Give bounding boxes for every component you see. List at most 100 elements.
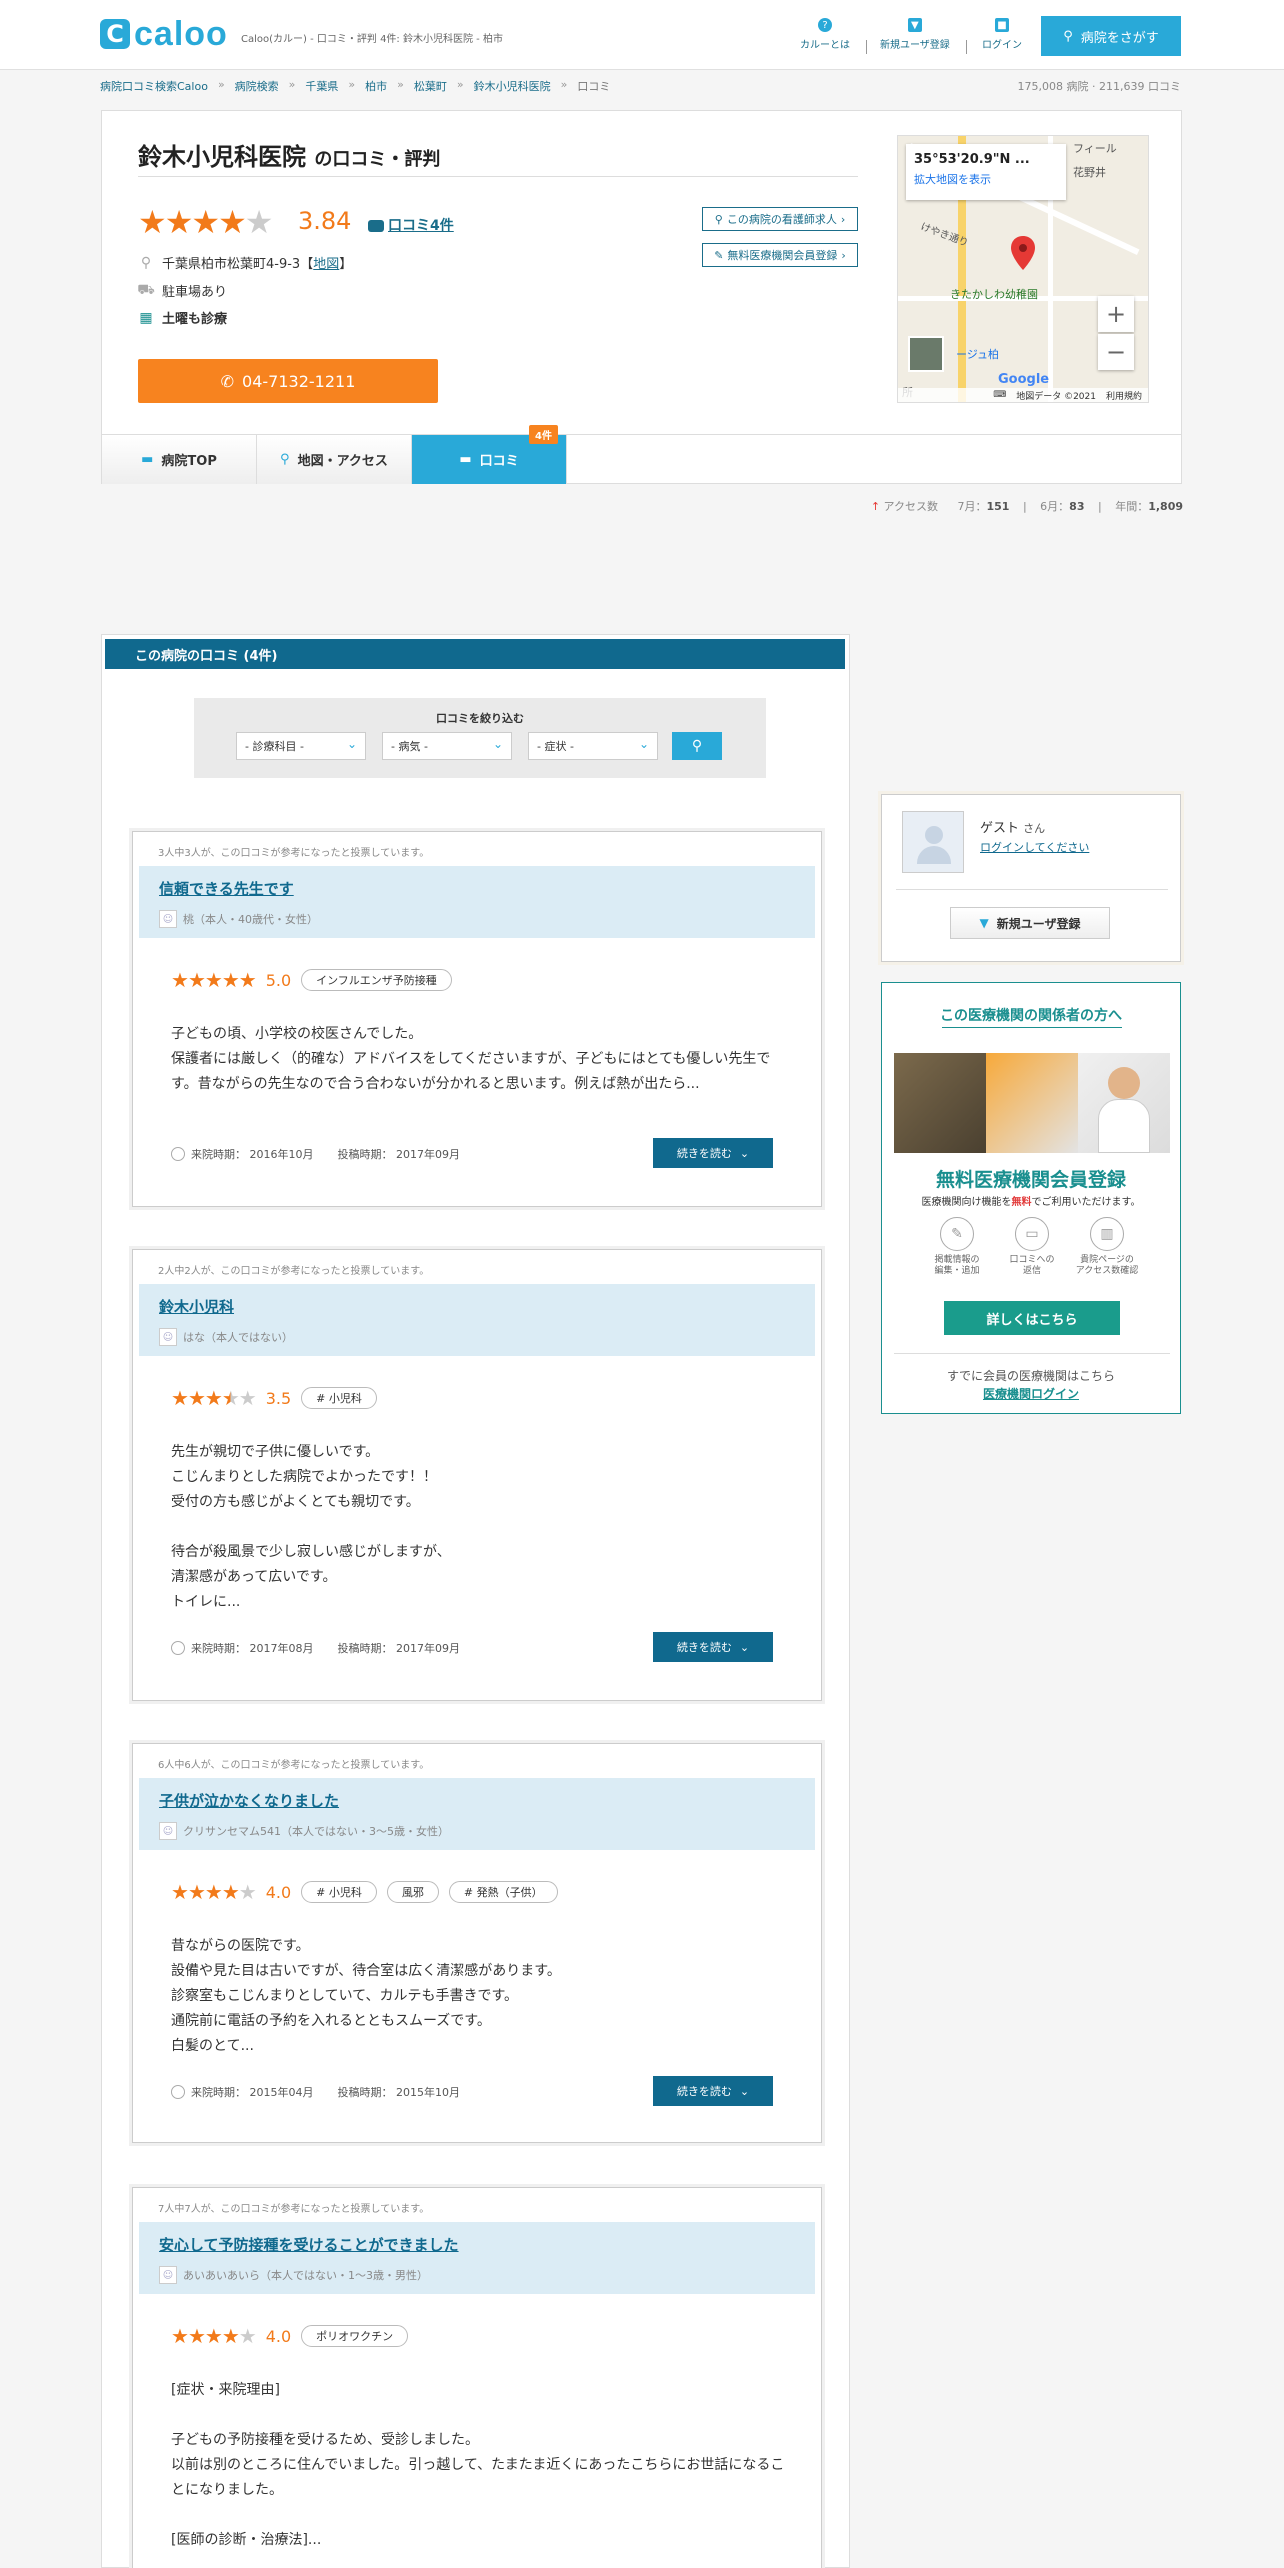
- reviews-panel: この病院の口コミ (4件) 口コミを絞り込む - 診療科目 - - 病気 - -…: [101, 634, 850, 2568]
- guest-name: ゲスト さん: [980, 817, 1045, 836]
- chevron-right-icon: ›: [840, 212, 846, 226]
- hospital-stars: ★ ★ ★ ★ ★: [138, 203, 273, 241]
- pencil-icon: ✎: [714, 248, 724, 262]
- review-tag[interactable]: 風邪: [386, 1881, 439, 1903]
- review-title[interactable]: 鈴木小児科: [159, 1296, 234, 1317]
- tab-map-access[interactable]: ⚲ 地図・アクセス: [257, 435, 412, 484]
- clock-icon: [171, 2085, 185, 2099]
- review-title[interactable]: 安心して予防接種を受けることができました: [159, 2234, 459, 2255]
- feature-access: ▥ 貴院ページの アクセス数確認: [1062, 1217, 1152, 1277]
- map-link[interactable]: 地図: [313, 253, 339, 272]
- read-more-button[interactable]: 続きを読む ⌄: [653, 1138, 773, 1168]
- review-tag[interactable]: # 小児科: [301, 1881, 377, 1903]
- map-label: フィール: [1073, 142, 1117, 155]
- logo-mark: C: [100, 19, 130, 49]
- read-more-button[interactable]: 続きを読む ⌄: [653, 2076, 773, 2106]
- map-coordinates: 35°53'20.9"N ...: [914, 152, 1030, 167]
- review-tag[interactable]: インフルエンザ予防接種: [301, 969, 452, 991]
- tab-hospital-top[interactable]: ▬ 病院TOP: [102, 435, 257, 484]
- star-icon: ★: [238, 968, 257, 992]
- review-title[interactable]: 信頼できる先生です: [159, 878, 294, 899]
- map-data-credit: 地図データ ©2021: [1016, 391, 1096, 402]
- satellite-toggle[interactable]: [908, 336, 944, 372]
- breadcrumb: 病院口コミ検索Caloo» 病院検索» 千葉県» 柏市» 松葉町» 鈴木小児科医…: [100, 78, 611, 94]
- map-enlarge-link[interactable]: 拡大地図を表示: [914, 171, 1058, 187]
- user-register-button[interactable]: ▼ 新規ユーザ登録: [950, 907, 1110, 939]
- nav-register[interactable]: ▼ 新規ユーザ登録: [880, 18, 950, 51]
- medical-login-link[interactable]: 医療機関ログイン: [882, 1385, 1180, 1402]
- review-title[interactable]: 子供が泣かなくなりました: [159, 1790, 339, 1811]
- med-box-title: この医療機関の関係者の方へ: [940, 1008, 1122, 1024]
- member-register-button[interactable]: ✎ 無料医療機関会員登録 ›: [702, 243, 858, 267]
- med-banner-image: [894, 1053, 1170, 1153]
- hospital-name-suffix: の口コミ・評判: [314, 149, 441, 170]
- member-register-label: 無料医療機関会員登録: [727, 249, 838, 262]
- star-icon: ★: [171, 968, 189, 992]
- star-icon: ★: [238, 1386, 257, 1410]
- breadcrumb-item[interactable]: 千葉県: [305, 78, 338, 94]
- location-icon: ⚲: [140, 254, 152, 271]
- nav-login[interactable]: ■ ログイン: [982, 18, 1022, 51]
- zoom-in-button[interactable]: +: [1098, 296, 1134, 332]
- map-terms-link[interactable]: 利用規約: [1106, 389, 1142, 402]
- user-avatar-icon: ☺: [159, 2266, 177, 2284]
- review-body: [症状・来院理由] 子どもの予防接種を受けるため、受診しました。 以前は別のとこ…: [171, 2382, 785, 2548]
- details-button[interactable]: 詳しくはこちら: [944, 1301, 1120, 1335]
- parking-label: 駐車場あり: [162, 285, 228, 300]
- tab-reviews[interactable]: ▬ 口コミ 4件: [412, 425, 567, 484]
- department-select[interactable]: - 診療科目 -: [236, 732, 366, 760]
- login-link[interactable]: ログインしてください: [980, 839, 1089, 855]
- star-icon: ★: [187, 2324, 206, 2348]
- user-register-label: 新規ユーザ登録: [996, 916, 1081, 931]
- breadcrumb-item[interactable]: 病院検索: [235, 78, 279, 94]
- review-header: 安心して予防接種を受けることができました ☺ あいあいあいら（本人ではない・1〜…: [139, 2222, 815, 2294]
- nurse-jobs-button[interactable]: ⚲ この病院の看護師求人 ›: [702, 207, 858, 231]
- map-footer: ⌨ 地図データ ©2021 利用規約: [898, 388, 1148, 402]
- access-july: 151: [986, 500, 1010, 513]
- chart-icon: ▥: [1090, 1217, 1124, 1251]
- review-body: 子どもの頃、小学校の校医さんでした。 保護者には厳しく（的確な）アドバイスをして…: [171, 1026, 771, 1092]
- access-stats: ↑ アクセス数 7月：151 | 6月：83 | 年間：1,809: [870, 500, 1183, 513]
- chevron-down-icon: ⌄: [739, 1146, 750, 1160]
- search-hospital-button[interactable]: ⚲ 病院をさがす: [1041, 16, 1181, 56]
- breadcrumb-item[interactable]: 病院口コミ検索Caloo: [100, 78, 208, 94]
- star-icon: ★: [204, 2324, 223, 2348]
- review-helpful: 7人中7人が、この口コミが参考になったと投票しています。: [158, 2204, 430, 2215]
- review-tag[interactable]: # 小児科: [301, 1387, 377, 1409]
- question-icon: ?: [818, 18, 832, 32]
- zoom-out-button[interactable]: −: [1098, 334, 1134, 370]
- divider: [896, 889, 1168, 890]
- review-author: ☺ クリサンセマム541（本人ではない・3〜5歳・女性）: [159, 1822, 449, 1840]
- breadcrumb-item[interactable]: 鈴木小児科医院: [474, 78, 551, 94]
- disease-select[interactable]: - 病気 -: [382, 732, 512, 760]
- guest-avatar: [902, 811, 964, 873]
- filter-search-button[interactable]: ⚲: [672, 732, 722, 760]
- review-tag[interactable]: ポリオワクチン: [301, 2325, 409, 2347]
- breadcrumb-item[interactable]: 松葉町: [414, 78, 447, 94]
- review-rating: ★ ★ ★ ★ ★ 3.5 # 小児科: [171, 1386, 387, 1410]
- review-tag[interactable]: # 発熱（子供）: [448, 1881, 558, 1903]
- clock-icon: [171, 1147, 185, 1161]
- star-icon: ★: [171, 1386, 189, 1410]
- read-more-button[interactable]: 続きを読む ⌄: [653, 1632, 773, 1662]
- review-count-link[interactable]: 口コミ4件: [368, 215, 454, 235]
- user-avatar-icon: ☺: [159, 1328, 177, 1346]
- review-post-date: 投稿時期： 2017年09月: [337, 1148, 461, 1161]
- breadcrumb-item[interactable]: 柏市: [365, 78, 387, 94]
- map-pin-icon: [1011, 236, 1035, 270]
- access-june-label: 6月: [1040, 500, 1059, 513]
- review-author: ☺ あいあいあいら（本人ではない・1〜3歳・男性）: [159, 2266, 428, 2284]
- pin-icon: ⚲: [280, 452, 290, 467]
- map[interactable]: フィール 花野井 けやき通り きたかしわ幼稚園 ージュ柏 所 35°53'20.…: [897, 135, 1149, 403]
- review-post-date: 投稿時期： 2017年09月: [337, 1642, 461, 1655]
- hospital-name: 鈴木小児科医院: [138, 143, 306, 171]
- google-logo: Google: [998, 372, 1050, 387]
- nav-about[interactable]: ? カルーとは: [800, 18, 850, 51]
- keyboard-icon: ⌨: [993, 390, 1007, 400]
- review-count-badge: 4件: [529, 425, 558, 444]
- hospital-tabs: ▬ 病院TOP ⚲ 地図・アクセス ▬ 口コミ 4件: [102, 425, 1181, 484]
- phone-button[interactable]: ✆ 04-7132-1211: [138, 359, 438, 403]
- symptom-select[interactable]: - 症状 -: [528, 732, 658, 760]
- access-june: 83: [1069, 500, 1085, 513]
- caloo-logo[interactable]: C caloo: [100, 15, 228, 53]
